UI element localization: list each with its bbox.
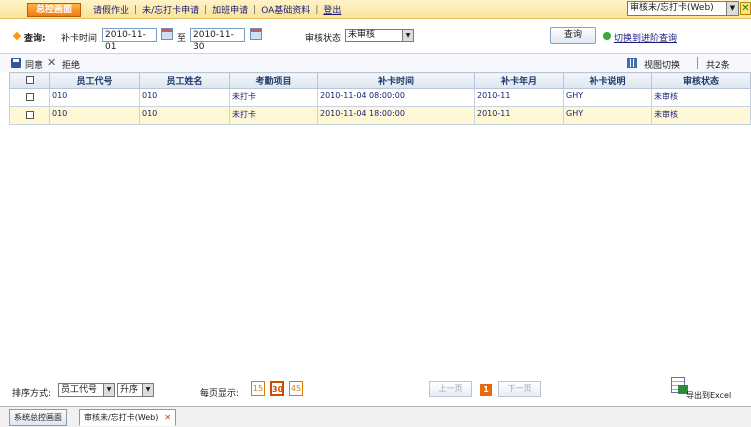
current-page: 1 [480,384,492,396]
data-table: 员工代号 员工姓名 考勤项目 补卡时间 补卡年月 补卡说明 审核状态 010 0… [9,72,751,125]
tab-review-missed-punch[interactable]: 审核未/忘打卡(Web) ✕ [79,409,177,426]
search-button[interactable]: 查询 [550,27,596,44]
tab-label: 审核未/忘打卡(Web) [84,413,159,422]
chevron-down-icon: ▼ [402,30,413,41]
query-title: 查询: [24,34,46,44]
prev-page-button[interactable]: 上一页 [429,381,472,397]
table-cell: 010 [49,106,140,125]
close-icon[interactable]: ✕ [740,2,751,15]
table-cell: 010 [139,88,230,107]
page-size-label: 每页显示: [200,389,240,399]
date-from-input[interactable]: 2010-11-01 [102,28,157,52]
menu-logout[interactable]: 登出 [320,3,344,16]
action-toolbar: 同意 ✕ 拒绝 视图切换 共2条 [0,53,751,72]
menu-oa-basic-data[interactable]: OA基础资料 [258,3,313,16]
row-checkbox[interactable] [9,88,50,107]
time-label: 补卡时间 [61,34,98,44]
status-select-value: 未审核 [348,30,376,40]
table-cell: 未打卡 [229,106,318,125]
chevron-down-icon: ▼ [142,384,153,396]
column-header[interactable]: 考勤项目 [229,72,318,89]
table-cell: 2010-11-04 08:00:00 [317,88,475,107]
total-count: 共2条 [706,61,730,71]
reject-icon[interactable]: ✕ [47,56,56,69]
column-header[interactable]: 补卡年月 [474,72,564,89]
home-button[interactable]: 总控画面 [27,3,81,17]
excel-icon[interactable] [671,377,688,394]
export-excel-button[interactable]: 导出到Excel [686,390,731,401]
table-cell: 2010-11-04 18:00:00 [317,106,475,125]
bullet-icon [12,31,22,41]
tab-bar: 系统总控画面 审核未/忘打卡(Web) ✕ [0,406,751,427]
column-header[interactable]: 员工代号 [49,72,140,89]
page-size-15[interactable]: 15 [251,381,265,396]
status-label: 审核状态 [305,34,342,44]
menu-separator: | [315,4,319,15]
table-cell: 2010-11 [474,106,564,125]
to-label: 至 [177,34,187,44]
table-cell: GHY [563,106,652,125]
table-row[interactable]: 010 010 未打卡 2010-11-04 08:00:00 2010-11 … [9,88,751,107]
toolbar-divider [697,57,698,69]
column-header[interactable]: 补卡时间 [317,72,475,89]
select-all-checkbox[interactable] [9,72,50,89]
table-cell: 未审核 [651,106,751,125]
tab-label: 系统总控画面 [14,413,62,422]
table-cell: 未审核 [651,88,751,107]
reject-button[interactable]: 拒绝 [62,58,80,71]
view-toggle-button[interactable]: 视图切换 [644,58,680,71]
window-select-value: 审核未/忘打卡(Web) [630,3,714,13]
sort-label: 排序方式: [12,389,52,399]
query-bar: 查询: 补卡时间 2010-11-01 至 2010-11-30 审核状态 未审… [0,26,751,52]
tab-system-control[interactable]: 系统总控画面 [9,409,67,426]
sort-field-select[interactable]: 员工代号 ▼ [58,383,115,397]
column-header[interactable]: 审核状态 [651,72,751,89]
date-to-input[interactable]: 2010-11-30 [190,28,245,52]
sort-order-select[interactable]: 升序 ▼ [117,383,154,397]
table-cell: 010 [49,88,140,107]
top-menu-bar: 总控画面 请假作业 | 未/忘打卡申请 | 加班申请 | OA基础资料 | 登出… [0,0,751,19]
menu-separator: | [253,4,257,15]
table-cell: 010 [139,106,230,125]
approve-button[interactable]: 同意 [25,58,43,71]
table-cell: GHY [563,88,652,107]
page-size-30[interactable]: 30 [270,381,284,396]
column-header[interactable]: 补卡说明 [563,72,652,89]
calendar-icon[interactable] [161,28,173,40]
menu-separator: | [204,4,208,15]
chevron-down-icon: ▼ [103,384,114,396]
table-header-row: 员工代号 员工姓名 考勤项目 补卡时间 补卡年月 补卡说明 审核状态 [9,72,751,89]
pager-bar: 排序方式: 员工代号 ▼ 升序 ▼ 每页显示: 15 30 45 上一页 1 下… [0,377,751,405]
row-checkbox[interactable] [9,106,50,125]
view-toggle-icon[interactable] [627,58,637,68]
calendar-icon[interactable] [250,28,262,40]
switch-icon [603,32,611,40]
chevron-down-icon: ▼ [726,2,738,15]
table-row[interactable]: 010 010 未打卡 2010-11-04 18:00:00 2010-11 … [9,106,751,125]
top-menu: 请假作业 | 未/忘打卡申请 | 加班申请 | OA基础资料 | 登出 [90,3,344,17]
page-size-45[interactable]: 45 [289,381,303,396]
sort-field-value: 员工代号 [61,385,98,395]
sort-order-value: 升序 [120,385,139,395]
window-select[interactable]: 审核未/忘打卡(Web) ▼ [627,1,739,16]
menu-overtime-request[interactable]: 加班申请 [209,3,251,16]
table-cell: 2010-11 [474,88,564,107]
close-tab-icon[interactable]: ✕ [164,413,171,422]
menu-separator: | [134,4,138,15]
menu-missed-punch-request[interactable]: 未/忘打卡申请 [139,3,202,16]
advanced-search-link[interactable]: 切换到进阶查询 [614,31,677,44]
next-page-button[interactable]: 下一页 [498,381,541,397]
menu-leave-request[interactable]: 请假作业 [90,3,132,16]
approve-icon[interactable] [11,58,21,68]
column-header[interactable]: 员工姓名 [139,72,230,89]
table-cell: 未打卡 [229,88,318,107]
status-select[interactable]: 未审核 ▼ [345,29,414,42]
